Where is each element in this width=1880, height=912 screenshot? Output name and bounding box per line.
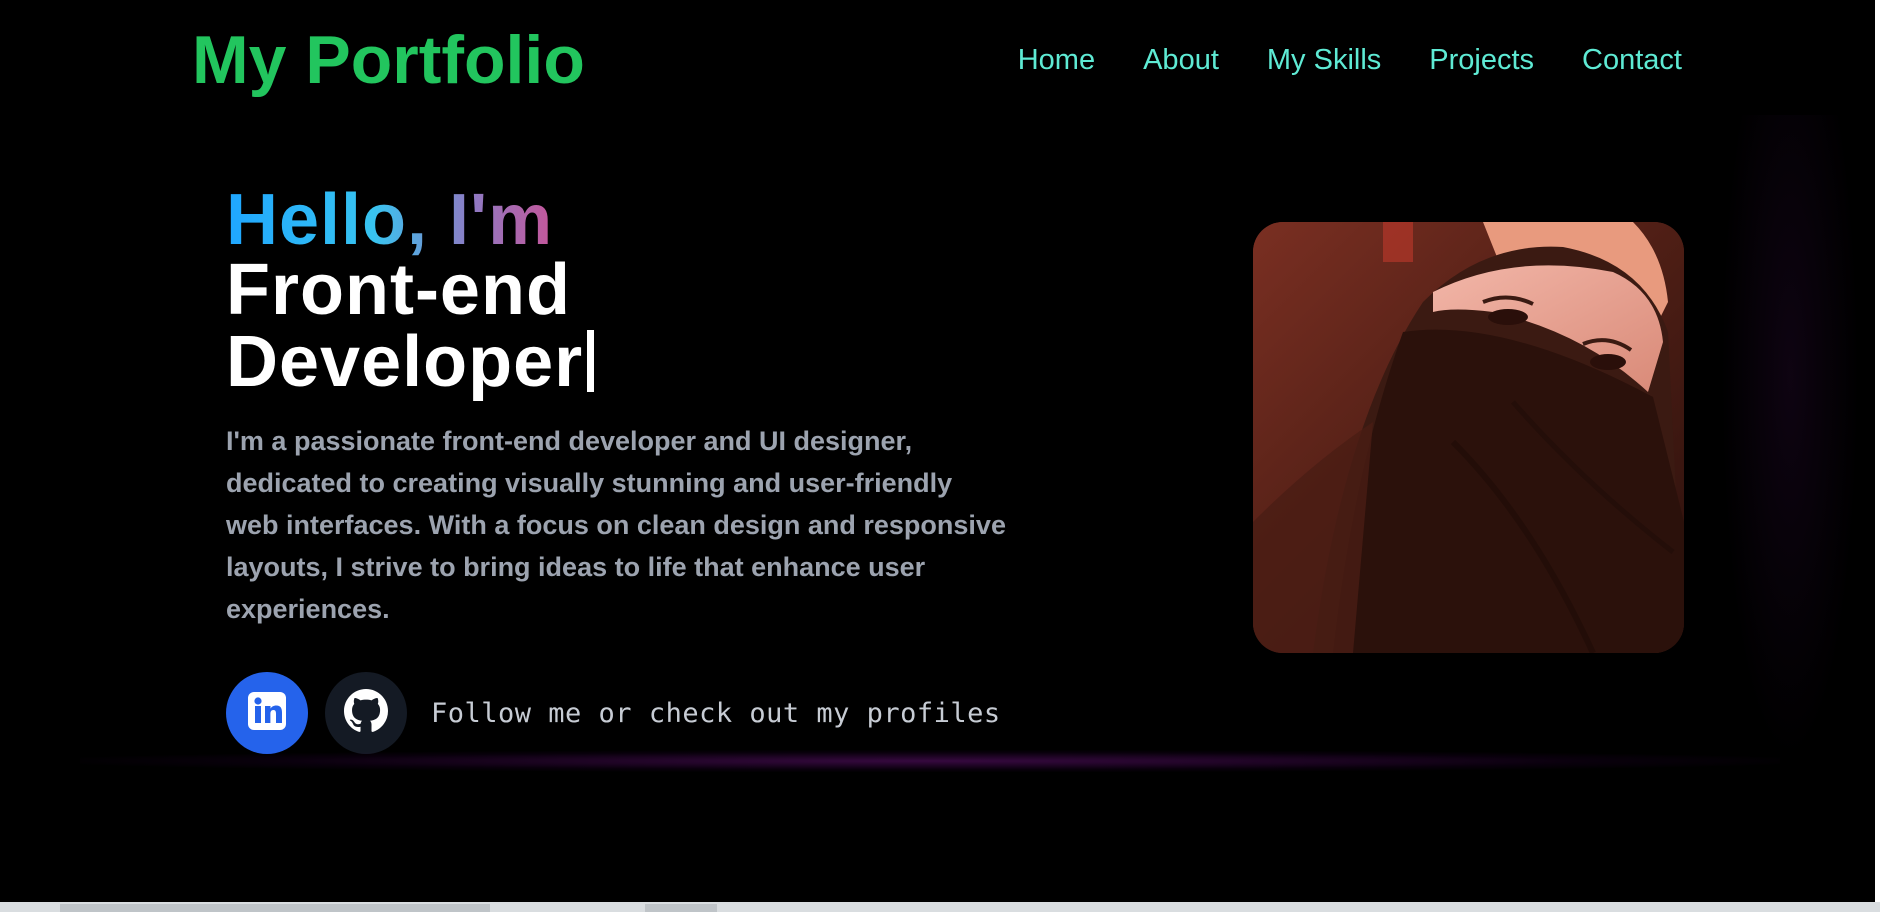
site-logo[interactable]: My Portfolio (192, 20, 585, 100)
linkedin-icon (247, 691, 287, 736)
taskbar-strip (0, 902, 1880, 912)
hero-role: Front-end Developer (226, 254, 746, 398)
hero-greeting: Hello, I'm (226, 180, 554, 260)
section-divider-glow (80, 750, 1780, 772)
nav-home[interactable]: Home (1018, 40, 1095, 80)
github-button[interactable] (325, 672, 407, 754)
hero-role-line2: Developer (226, 322, 584, 402)
hero-role-line2-wrap: Developer (226, 326, 746, 398)
hero-description: I'm a passionate front-end developer and… (226, 426, 1006, 624)
main-nav: Home About My Skills Projects Contact (1018, 40, 1682, 80)
background-glow (1720, 115, 1860, 765)
follow-text: Follow me or check out my profiles (431, 697, 1001, 729)
nav-my-skills[interactable]: My Skills (1267, 40, 1381, 80)
profile-photo (1253, 222, 1684, 653)
nav-projects[interactable]: Projects (1429, 40, 1534, 80)
github-icon (344, 688, 388, 738)
hero-role-line1: Front-end (226, 250, 571, 330)
typing-cursor (587, 330, 595, 392)
linkedin-button[interactable] (226, 672, 308, 754)
taskbar-tab[interactable] (645, 904, 717, 912)
nav-contact[interactable]: Contact (1582, 40, 1682, 80)
social-links: Follow me or check out my profiles (226, 672, 1001, 754)
portfolio-page: My Portfolio Home About My Skills Projec… (0, 0, 1880, 912)
nav-about[interactable]: About (1143, 40, 1219, 80)
window-edge (1875, 0, 1880, 912)
taskbar-tab[interactable] (60, 904, 490, 912)
